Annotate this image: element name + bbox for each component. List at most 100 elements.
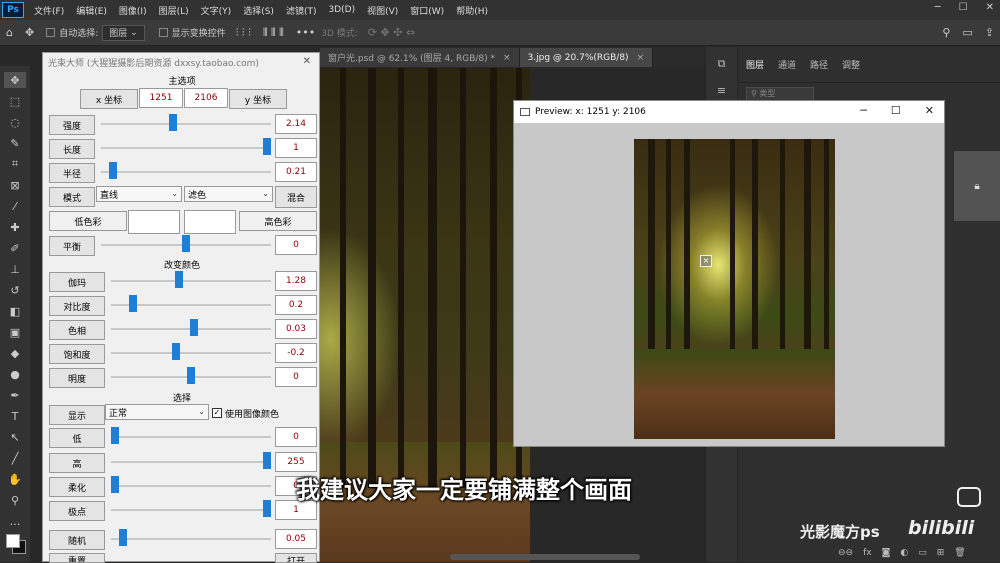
brightness-slider-thumb[interactable] (187, 367, 195, 384)
mode-dropdown[interactable]: 直线 ⌄ (96, 186, 182, 202)
saturation-slider-thumb[interactable] (171, 343, 180, 360)
properties-icon[interactable]: ≡ (711, 81, 733, 99)
low-color-swatch[interactable] (128, 210, 180, 234)
layer-kind-filter[interactable]: ⚲ 类型 (746, 87, 814, 101)
mode-button[interactable]: 模式 (49, 187, 95, 207)
strength-slider-track[interactable] (101, 123, 271, 125)
contrast-slider-thumb[interactable] (129, 295, 138, 312)
low-slider-thumb[interactable] (111, 427, 119, 444)
high-button[interactable]: 高 (49, 453, 105, 473)
group-icon[interactable]: ▭ (918, 548, 927, 558)
length-slider-thumb[interactable] (263, 138, 271, 155)
radius-button[interactable]: 半径 (49, 163, 95, 183)
gamma-slider-thumb[interactable] (174, 271, 183, 288)
x-coordinate-button[interactable]: x 坐标 (80, 89, 138, 109)
tab-paths[interactable]: 路径 (810, 58, 828, 71)
trash-icon[interactable]: 🗑︎ (954, 548, 965, 558)
preview-image[interactable]: × (634, 139, 835, 439)
minimize-icon[interactable]: ─ (935, 2, 941, 13)
menu-filter[interactable]: 滤镜(T) (280, 4, 323, 17)
blur-icon[interactable]: ◆ (4, 345, 26, 361)
menu-edit[interactable]: 编辑(E) (70, 4, 113, 17)
saturation-button[interactable]: 饱和度 (49, 344, 105, 364)
gamma-field[interactable]: 1.28 (275, 271, 317, 291)
distribute-icon[interactable]: ⫴ ⫴ ⫴ (263, 26, 284, 40)
lasso-icon[interactable]: ◌ (4, 114, 26, 130)
path-select-icon[interactable]: ↖ (4, 429, 26, 445)
length-slider-track[interactable] (101, 147, 271, 149)
contrast-field[interactable]: 0.2 (275, 295, 317, 315)
high-slider-thumb[interactable] (263, 452, 271, 469)
y-coordinate-button[interactable]: y 坐标 (229, 89, 287, 109)
link-icon[interactable]: ⊖⊖ (838, 548, 853, 558)
crop-icon[interactable]: ⌗ (4, 156, 26, 172)
fx-icon[interactable]: fx (863, 548, 872, 558)
workspace-icon[interactable]: ▭ (962, 26, 972, 39)
strength-field[interactable]: 2.14 (275, 114, 317, 134)
strength-slider-thumb[interactable] (169, 114, 178, 131)
auto-select-checkbox[interactable] (46, 28, 56, 37)
balance-slider-thumb[interactable] (182, 235, 190, 252)
tab-channels[interactable]: 通道 (778, 58, 796, 71)
tab-3-jpg[interactable]: 3.jpg @ 20.7%(RGB/8) × (519, 48, 654, 67)
3d-tools-icon[interactable]: ⟳ ✥ ✣ ⇔ (368, 26, 415, 39)
menu-3d[interactable]: 3D(D) (322, 5, 361, 15)
soften-slider-track[interactable] (111, 485, 271, 487)
high-color-swatch[interactable] (184, 210, 236, 234)
history-icon[interactable]: ⧉ (711, 55, 733, 73)
close-icon[interactable]: ✕ (986, 2, 994, 13)
random-slider-thumb[interactable] (118, 529, 127, 546)
maximize-icon[interactable]: ☐ (891, 104, 901, 117)
brush-icon[interactable]: ✐ (4, 240, 26, 256)
more-options-icon[interactable]: ••• (296, 26, 315, 39)
adjustment-layer-icon[interactable]: ◐ (900, 548, 908, 558)
align-icon[interactable]: ⫶ ⫶ ⫶ (236, 26, 251, 40)
marquee-icon[interactable]: ⬚ (4, 93, 26, 109)
soften-button[interactable]: 柔化 (49, 477, 105, 497)
hue-field[interactable]: 0.03 (275, 319, 317, 339)
menu-window[interactable]: 窗口(W) (404, 4, 450, 17)
use-image-color-checkbox[interactable]: ✓ (212, 408, 222, 418)
tab-layers[interactable]: 图层 (746, 58, 764, 71)
layer-select[interactable]: 图层 ⌄ (102, 24, 145, 41)
gamma-slider-track[interactable] (111, 280, 271, 282)
share-icon[interactable]: ⇪ (985, 26, 994, 39)
light-source-marker[interactable]: × (700, 255, 712, 267)
move-tool-icon[interactable]: ✥ (25, 26, 34, 39)
display-button[interactable]: 显示 (49, 405, 105, 425)
strength-button[interactable]: 强度 (49, 115, 95, 135)
pole-button[interactable]: 极点 (49, 501, 105, 521)
quick-select-icon[interactable]: ✎ (4, 135, 26, 151)
saturation-slider-track[interactable] (111, 352, 271, 354)
pole-slider-thumb[interactable] (263, 500, 271, 517)
contrast-button[interactable]: 对比度 (49, 296, 105, 316)
show-transform-checkbox[interactable] (158, 28, 168, 37)
mask-icon[interactable]: ◙ (882, 548, 891, 558)
low-button[interactable]: 低 (49, 428, 105, 448)
pole-slider-track[interactable] (111, 509, 271, 511)
minimize-icon[interactable]: ─ (860, 104, 867, 117)
move-icon[interactable]: ✥ (4, 72, 26, 88)
saturation-field[interactable]: -0.2 (275, 343, 317, 363)
home-icon[interactable]: ⌂ (6, 26, 13, 39)
more-tools-icon[interactable]: … (4, 513, 26, 529)
low-field[interactable]: 0 (275, 427, 317, 447)
frame-icon[interactable]: ⊠ (4, 177, 26, 193)
close-icon[interactable]: × (637, 53, 645, 63)
new-layer-icon[interactable]: ⊞ (937, 548, 945, 558)
search-icon[interactable]: ⚲ (942, 26, 950, 39)
healing-icon[interactable]: ✚ (4, 219, 26, 235)
type-icon[interactable]: T (4, 408, 26, 424)
dodge-icon[interactable]: ● (4, 366, 26, 382)
eyedropper-icon[interactable]: ⁄ (4, 198, 26, 214)
stamp-icon[interactable]: ⊥ (4, 261, 26, 277)
soften-slider-thumb[interactable] (111, 476, 119, 493)
length-button[interactable]: 长度 (49, 139, 95, 159)
brightness-button[interactable]: 明度 (49, 368, 105, 388)
random-field[interactable]: 0.05 (275, 529, 317, 549)
gradient-icon[interactable]: ▣ (4, 324, 26, 340)
zoom-icon[interactable]: ⚲ (4, 492, 26, 508)
foreground-color-swatch[interactable] (6, 534, 20, 548)
hand-icon[interactable]: ✋ (4, 471, 26, 487)
close-icon[interactable]: ✕ (303, 56, 311, 67)
